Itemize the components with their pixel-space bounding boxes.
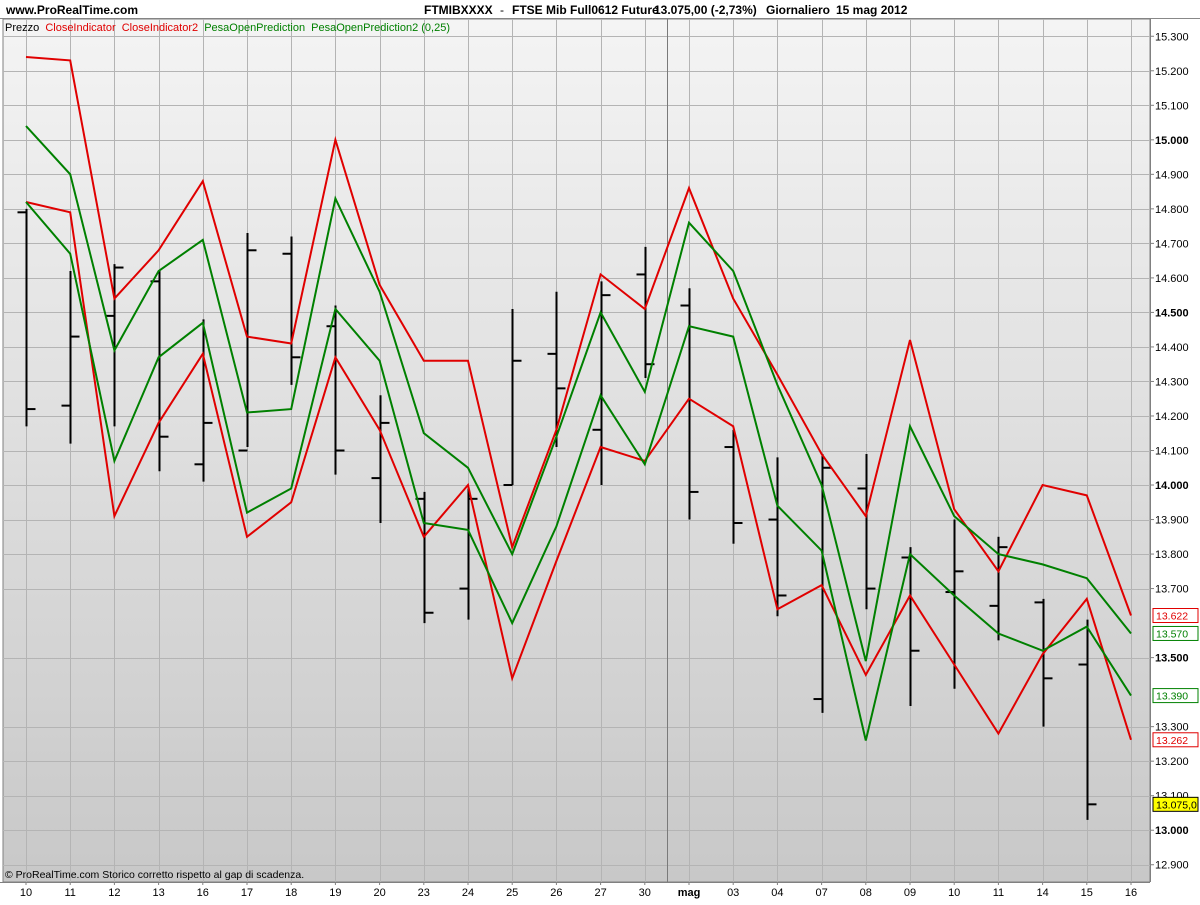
last-value-label: 13.390	[1152, 688, 1199, 704]
ticker-label: FTMIBXXXX	[424, 3, 493, 17]
y-tick-label: 14.200	[1155, 411, 1189, 423]
plot-area	[2, 18, 1151, 883]
price-label: 13.075,00 (-2,73%)	[654, 3, 757, 17]
x-tick-label: 15	[1081, 887, 1093, 899]
y-tick-label: 13.500	[1155, 653, 1189, 665]
x-tick-label: 09	[904, 887, 916, 899]
y-tick-label: 12.900	[1155, 860, 1189, 872]
x-tick-label: 23	[418, 887, 430, 899]
y-tick-label: 14.300	[1155, 376, 1189, 388]
x-tick-label: 13	[152, 887, 164, 899]
x-tick-label: 11	[64, 887, 75, 899]
last-value-text: 13.622	[1156, 611, 1188, 623]
legend-price: Prezzo	[5, 22, 39, 34]
instrument-label: FTSE Mib Full0612 Future	[512, 3, 659, 17]
y-tick-label: 14.700	[1155, 238, 1189, 250]
last-value-label: 13.570	[1152, 625, 1199, 641]
x-tick-label: 25	[506, 887, 518, 899]
x-tick-label: 18	[285, 887, 297, 899]
x-tick-label: 27	[594, 887, 606, 899]
last-value-text: 13.570	[1156, 628, 1188, 640]
site-label: www.ProRealTime.com	[5, 3, 138, 17]
y-tick-label: 14.600	[1155, 273, 1189, 285]
x-tick-label: 14	[1036, 887, 1048, 899]
x-tick-label: 19	[329, 887, 341, 899]
x-tick-label: 12	[108, 887, 120, 899]
x-tick-label: 04	[771, 887, 783, 899]
last-value-text: 13.075,0	[1156, 799, 1197, 811]
last-value-label: 13.622	[1152, 608, 1199, 624]
y-tick-label: 14.100	[1155, 446, 1189, 458]
y-tick-label: 13.800	[1155, 549, 1189, 561]
y-tick-label: 14.500	[1155, 307, 1189, 319]
y-tick-label: 14.900	[1155, 169, 1189, 181]
y-tick-label: 14.000	[1155, 480, 1189, 492]
footer-note: © ProRealTime.com Storico corretto rispe…	[5, 869, 304, 881]
chart-svg: www.ProRealTime.com FTMIBXXXX - FTSE Mib…	[0, 0, 1200, 900]
y-tick-label: 13.200	[1155, 756, 1189, 768]
date-label: 15 mag 2012	[836, 3, 908, 17]
last-value-label: 13.262	[1152, 732, 1199, 748]
x-tick-label: 10	[948, 887, 960, 899]
x-tick-label: 24	[462, 887, 474, 899]
last-value-text: 13.390	[1156, 691, 1188, 703]
x-tick-label: 26	[550, 887, 562, 899]
x-tick-label: 30	[639, 887, 651, 899]
x-tick-label: 16	[1125, 887, 1137, 899]
x-tick-label: 17	[241, 887, 253, 899]
y-tick-label: 15.300	[1155, 31, 1189, 43]
last-value-text: 13.262	[1156, 735, 1188, 747]
y-tick-label: 14.800	[1155, 204, 1189, 216]
legend-close-indicator: CloseIndicator	[45, 22, 116, 34]
period-label: Giornaliero	[766, 3, 830, 17]
x-tick-label: 11	[993, 887, 1004, 899]
x-tick-label: 03	[727, 887, 739, 899]
y-tick-label: 15.000	[1155, 135, 1189, 147]
y-tick-label: 15.200	[1155, 66, 1189, 78]
x-tick-label: 10	[20, 887, 32, 899]
legend-close-indicator-2: CloseIndicator2	[122, 22, 198, 34]
x-tick-label: 16	[197, 887, 209, 899]
chart-window: www.ProRealTime.com FTMIBXXXX - FTSE Mib…	[0, 0, 1200, 900]
legend-pesa-open-prediction: PesaOpenPrediction	[204, 22, 305, 34]
y-tick-label: 13.900	[1155, 515, 1189, 527]
y-tick-label: 14.400	[1155, 342, 1189, 354]
x-tick-label: 08	[860, 887, 872, 899]
y-tick-label: 15.100	[1155, 100, 1189, 112]
y-tick-label: 13.000	[1155, 825, 1189, 837]
legend: Prezzo CloseIndicator CloseIndicator2 Pe…	[5, 22, 450, 34]
dash-separator: -	[500, 3, 504, 17]
x-tick-label: mag	[678, 887, 701, 899]
y-tick-label: 13.300	[1155, 722, 1189, 734]
legend-pesa-open-prediction-2: PesaOpenPrediction2 (0,25)	[311, 22, 450, 34]
last-value-label: 13.075,0	[1152, 796, 1199, 812]
y-tick-label: 13.700	[1155, 584, 1189, 596]
x-tick-label: 07	[815, 887, 827, 899]
x-tick-label: 20	[373, 887, 385, 899]
